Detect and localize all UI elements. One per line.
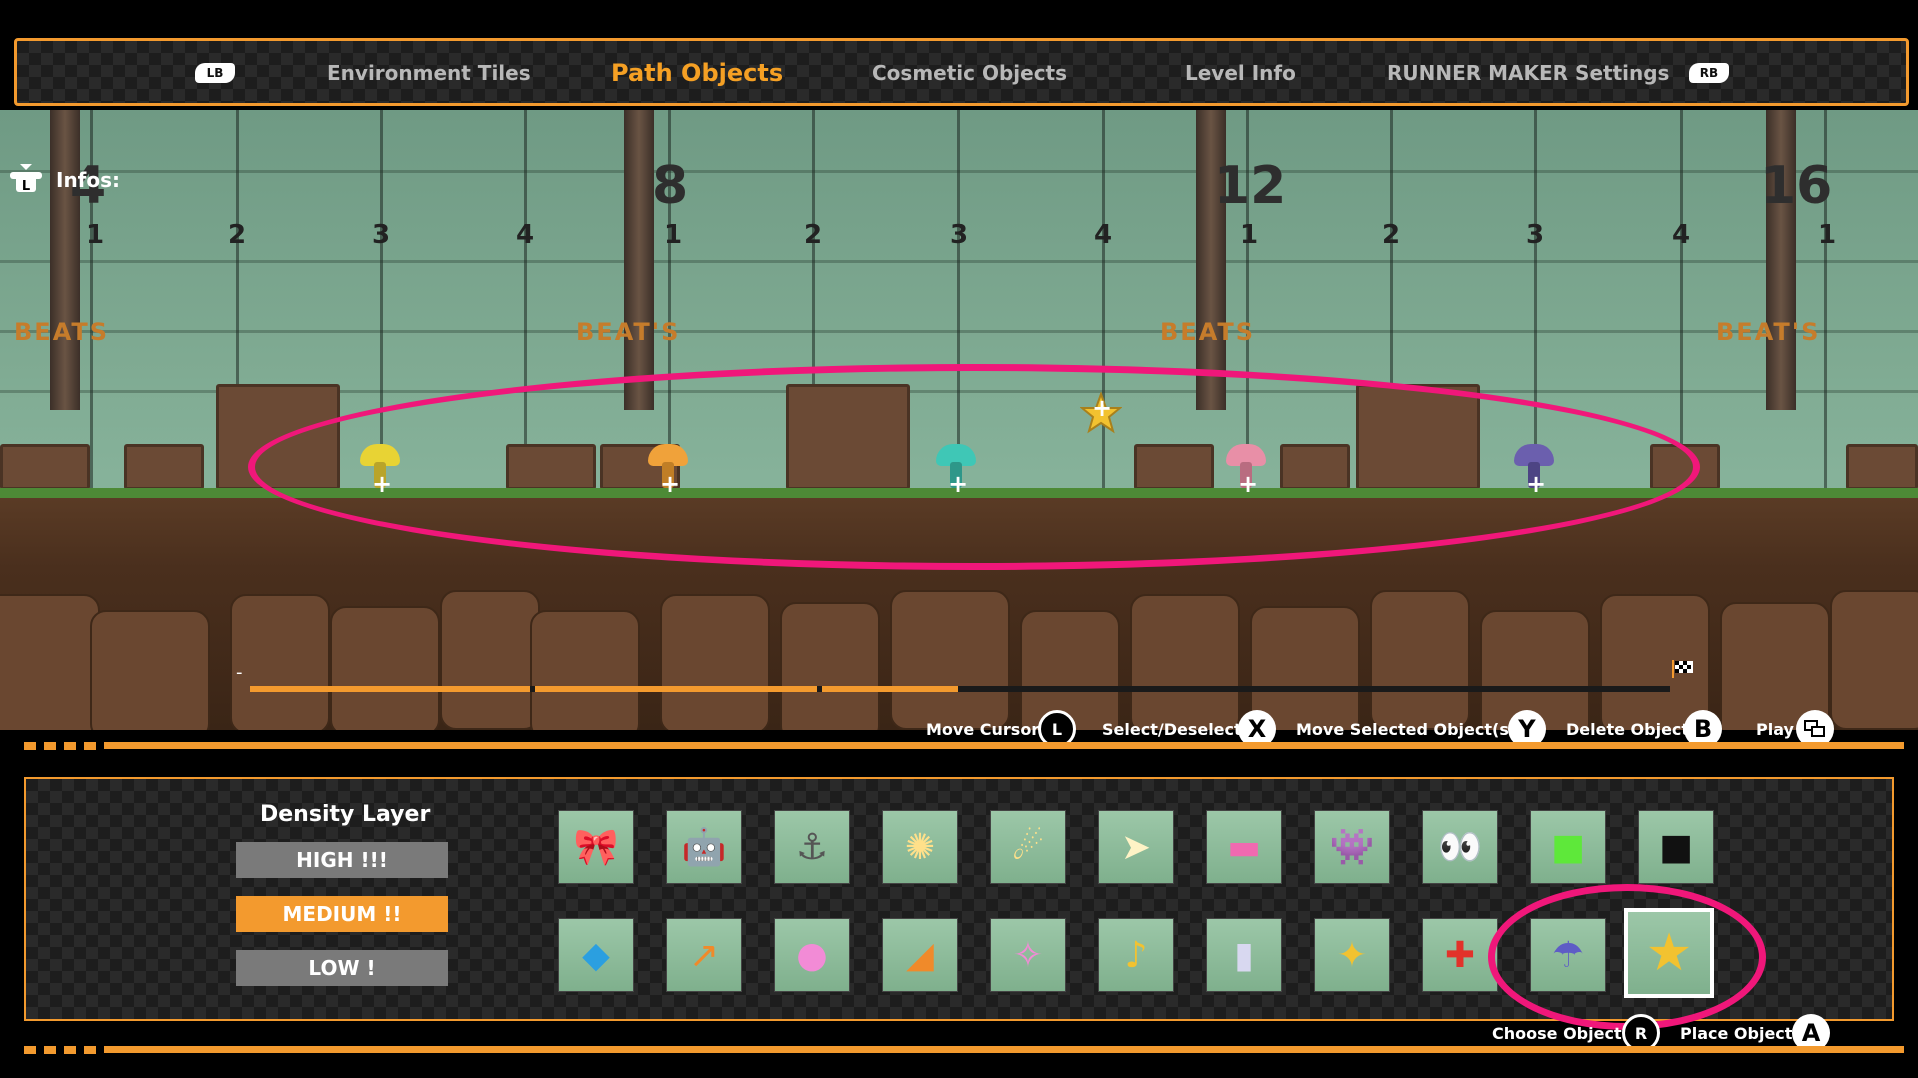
- density-medium-button[interactable]: MEDIUM !!: [236, 896, 448, 932]
- place-object-hint: Place Object: [1680, 1024, 1793, 1043]
- lb-button[interactable]: LB: [195, 63, 235, 83]
- highlight-ellipse: [1488, 884, 1766, 1030]
- red-cross-icon[interactable]: ✚: [1422, 918, 1498, 992]
- beat-number: 4: [1672, 220, 1691, 250]
- beats-sign: BEATS: [1160, 318, 1256, 346]
- choose-object-hint: Choose Object: [1492, 1024, 1622, 1043]
- music-note-icon[interactable]: ♪: [1098, 918, 1174, 992]
- tab-level-info[interactable]: Level Info: [1185, 61, 1296, 85]
- orange-arc-icon[interactable]: ↗: [666, 918, 742, 992]
- rb-button[interactable]: RB: [1689, 63, 1729, 83]
- pink-bow-icon[interactable]: 🎀: [558, 810, 634, 884]
- tab-runner-maker-settings[interactable]: RUNNER MAKER Settings: [1387, 61, 1669, 85]
- rock: [890, 590, 1010, 730]
- light-pillar-icon[interactable]: ▮: [1206, 918, 1282, 992]
- rock: [1130, 594, 1240, 730]
- beat-number: 2: [228, 220, 247, 250]
- gold-sparkle-icon[interactable]: ✦: [1314, 918, 1390, 992]
- rock: [660, 594, 770, 730]
- timeline-segment: [535, 686, 817, 692]
- timeline-cursor[interactable]: -: [236, 662, 243, 683]
- rock: [1020, 610, 1120, 730]
- crate: [124, 444, 204, 490]
- view-icon: [1804, 720, 1825, 737]
- beat-number: 3: [950, 220, 969, 250]
- l-stick-icon: L: [10, 164, 42, 194]
- hanging-weight-icon[interactable]: ⚓: [774, 810, 850, 884]
- fast-fireball-icon[interactable]: ☄: [990, 810, 1066, 884]
- beats-sign: BEAT'S: [576, 318, 681, 346]
- crate: [1846, 444, 1918, 490]
- move-cursor-hint: Move Cursor: [926, 720, 1040, 739]
- move-selected-hint: Move Selected Object(s): [1296, 720, 1517, 739]
- pillar: [50, 110, 80, 410]
- divider-line: [104, 1046, 1904, 1053]
- rock: [780, 602, 880, 730]
- tab-path-objects[interactable]: Path Objects: [611, 59, 783, 87]
- pink-platform-icon[interactable]: ▬: [1206, 810, 1282, 884]
- l-stick-letter: L: [22, 179, 30, 194]
- beat-number: 4: [516, 220, 535, 250]
- bar-number: 12: [1214, 156, 1287, 216]
- blue-diamond-icon[interactable]: ◆: [558, 918, 634, 992]
- green-block-icon[interactable]: ■: [1530, 810, 1606, 884]
- beat-number: 3: [372, 220, 391, 250]
- rock: [1830, 590, 1918, 730]
- rock: [0, 594, 100, 730]
- beat-number: 1: [1818, 220, 1837, 250]
- highlight-ellipse: [248, 364, 1700, 570]
- laser-beam-icon[interactable]: ➤: [1098, 810, 1174, 884]
- beats-sign: BEATS: [14, 318, 110, 346]
- finish-flag-icon: [1672, 660, 1693, 678]
- tab-environment-tiles[interactable]: Environment Tiles: [327, 61, 531, 85]
- rock: [90, 610, 210, 730]
- bar-number: 8: [652, 156, 689, 216]
- beat-number: 1: [664, 220, 683, 250]
- density-high-button[interactable]: HIGH !!!: [236, 842, 448, 878]
- rock: [530, 610, 640, 730]
- robot-blue-icon[interactable]: 👾: [1314, 810, 1390, 884]
- density-low-button[interactable]: LOW !: [236, 950, 448, 986]
- beat-number: 1: [86, 220, 105, 250]
- beat-line: [1680, 110, 1683, 490]
- robot-eyes-icon[interactable]: 👀: [1422, 810, 1498, 884]
- pink-swirl-icon[interactable]: ✧: [990, 918, 1066, 992]
- beat-number: 2: [804, 220, 823, 250]
- rock: [1250, 606, 1360, 730]
- tab-cosmetic-objects[interactable]: Cosmetic Objects: [872, 61, 1067, 85]
- black-block-icon[interactable]: ■: [1638, 810, 1714, 884]
- beats-sign: BEAT'S: [1716, 318, 1821, 346]
- infos-label: Infos:: [56, 168, 121, 192]
- pillar: [1196, 110, 1226, 410]
- level-editor-viewport[interactable]: 4 8 12 16 1 2 3 4 1 2 3 4 1 2 3 4 1 BEAT…: [0, 110, 1918, 730]
- divider-dashes: [24, 742, 96, 750]
- beat-number: 1: [1240, 220, 1259, 250]
- divider-dashes: [24, 1046, 96, 1054]
- orange-ramp-icon[interactable]: ◢: [882, 918, 958, 992]
- rock: [330, 606, 440, 730]
- category-tab-bar: LB Environment Tiles Path Objects Cosmet…: [14, 38, 1909, 106]
- beat-number: 2: [1382, 220, 1401, 250]
- rock: [1370, 590, 1470, 730]
- delete-object-hint: Delete Object: [1566, 720, 1690, 739]
- pillar: [624, 110, 654, 410]
- pink-orb-arc-icon[interactable]: ●: [774, 918, 850, 992]
- fireball-icon[interactable]: ✺: [882, 810, 958, 884]
- timeline-segment: [822, 686, 958, 692]
- play-hint: Play: [1756, 720, 1794, 739]
- density-layer-title: Density Layer: [260, 802, 431, 827]
- bar-number: 16: [1760, 156, 1833, 216]
- select-deselect-hint: Select/Deselect: [1102, 720, 1242, 739]
- crate: [0, 444, 90, 490]
- rock: [440, 590, 540, 730]
- beat-number: 4: [1094, 220, 1113, 250]
- pillar: [1766, 110, 1796, 410]
- red-robot-ladder-icon[interactable]: 🤖: [666, 810, 742, 884]
- timeline-segment: [250, 686, 530, 692]
- divider-line: [104, 742, 1904, 749]
- beat-number: 3: [1526, 220, 1545, 250]
- rock: [230, 594, 330, 730]
